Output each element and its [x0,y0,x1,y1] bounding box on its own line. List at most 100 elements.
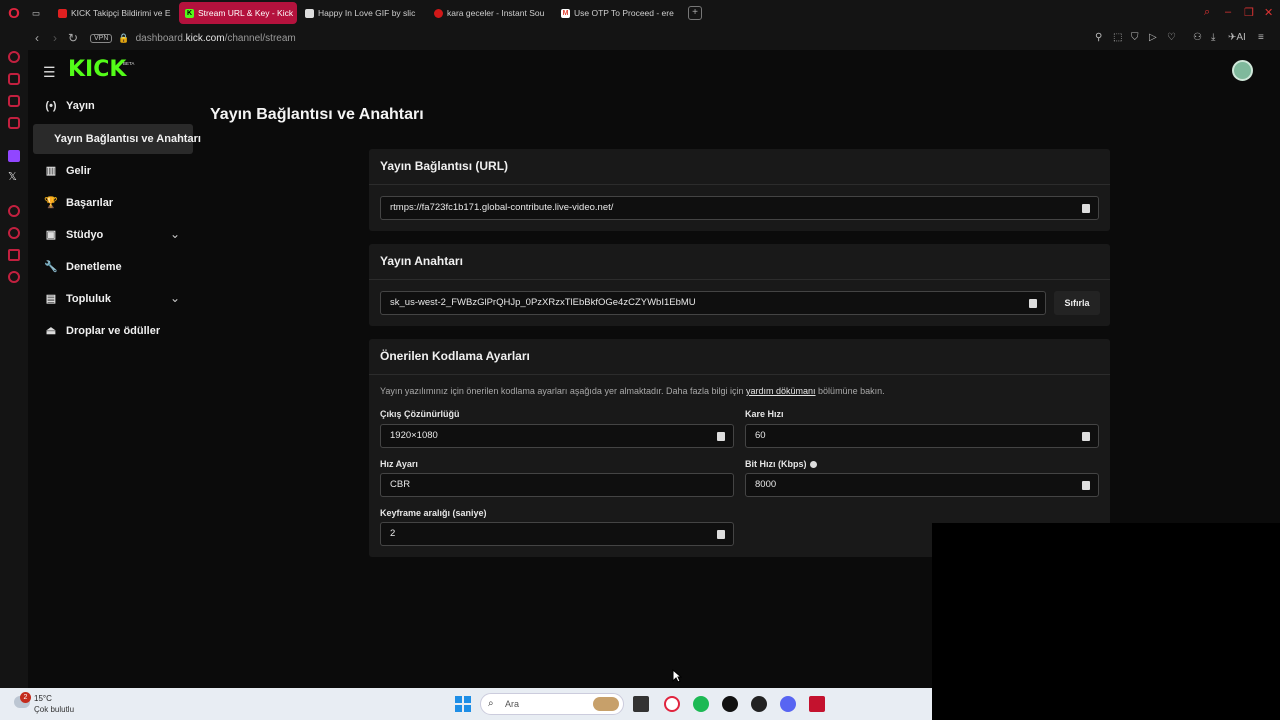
opera-logo-icon[interactable]: O [0,0,28,26]
copy-icon[interactable] [717,530,725,539]
bitrate-field[interactable]: 8000 [745,473,1099,497]
browser-tab-strip: O ▭ KICK Takipçi Bildirimi ve E K Stream… [0,0,1280,26]
tab-otp[interactable]: M Use OTP To Proceed - ere [555,2,680,24]
reset-key-button[interactable]: Sıfırla [1054,291,1100,315]
instagram-icon[interactable] [8,117,20,129]
chevron-down-icon[interactable]: ⌄ [170,227,180,241]
forward-icon[interactable]: › [46,31,64,45]
tab-happy-gif[interactable]: Happy In Love GIF by slic [299,2,426,24]
bookmark-icon[interactable]: ⚲ [1095,32,1102,43]
hint-text: Yayın yazılımınız için önerilen kodlama … [380,386,747,396]
resolution-field[interactable]: 1920×1080 [380,424,734,448]
sidebar-item-basarilar[interactable]: 🏆 Başarılar [44,196,113,210]
messenger-icon[interactable] [8,95,20,107]
lock-icon: 🔒 [118,32,130,43]
search-highlight-icon [593,697,619,711]
stream-key-field[interactable]: sk_us-west-2_FWBzGlPrQHJp_0PzXRzxTlEbBkf… [380,291,1046,315]
opera-sidebar: 𝕏 [0,26,28,688]
task-view-icon[interactable] [633,696,649,712]
sidebar-item-yayin[interactable]: (•) Yayın [44,100,94,112]
restore-icon[interactable]: ❐ [1244,6,1254,19]
settings-gear-icon[interactable] [8,271,20,283]
new-tab-button[interactable]: + [688,6,702,20]
close-icon[interactable]: ✕ [1264,6,1273,19]
tab-title: KICK Takipçi Bildirimi ve E [71,8,171,18]
shopping-icon[interactable] [8,73,20,85]
aria-ai-button[interactable]: ✈AI [1228,32,1246,43]
twitch-icon[interactable] [8,150,20,162]
sidebar-item-label: Stüdyo [66,228,104,241]
snapshot-icon[interactable]: ⬚ [1113,32,1122,43]
info-icon[interactable] [809,461,817,469]
chart-icon: ▥ [45,165,57,177]
url-path: /channel/stream [224,32,296,44]
back-icon[interactable]: ‹ [28,31,46,45]
tab-stream-url-key[interactable]: K Stream URL & Key - Kick [179,2,297,24]
stream-url-field[interactable]: rtmps://fa723fc1b171.global-contribute.l… [380,196,1099,220]
drops-icon: ⏏ [45,325,57,337]
sidebar-item-gelir[interactable]: ▥ Gelir [44,164,92,178]
card-heading: Yayın Bağlantısı (URL) [369,149,1110,185]
copy-icon[interactable] [717,432,725,441]
windows-start-icon[interactable] [455,696,471,712]
page-title: Yayın Bağlantısı ve Anahtarı [210,106,424,123]
keyframe-label: Keyframe aralığı (saniye) [380,508,487,518]
hamburger-menu-icon[interactable]: ☰ [43,64,56,81]
keyframe-field[interactable]: 2 [380,522,734,546]
kick-logo[interactable]: KICK [68,57,126,82]
tab-overview-icon[interactable]: ▭ [28,2,50,24]
heart-icon[interactable]: ♡ [1167,32,1176,43]
user-avatar[interactable] [1232,60,1253,81]
opera-taskbar-icon[interactable] [664,696,680,712]
easy-setup-icon[interactable]: ≡ [1258,32,1264,43]
search-placeholder: Ara [505,699,520,709]
x-twitter-icon[interactable]: 𝕏 [8,170,17,183]
copy-icon[interactable] [1082,432,1090,441]
search-tabs-icon[interactable]: ⌕ [1204,6,1210,19]
framerate-field[interactable]: 60 [745,424,1099,448]
help-doc-link[interactable]: yardım dökümanı [746,386,816,396]
tab-title: Use OTP To Proceed - ere [574,8,674,18]
sidebar-subitem-stream-url-key[interactable]: Yayın Bağlantısı ve Anahtarı [33,124,201,154]
trophy-icon: 🏆 [44,197,58,209]
bitrate-label-text: Bit Hızı (Kbps) [745,459,807,469]
sidebar-item-droplar[interactable]: ⏏ Droplar ve ödüller [44,324,160,338]
overlay-panel [932,523,1280,720]
github-icon[interactable] [751,696,767,712]
tab-kara-geceler[interactable]: kara geceler - Instant Sou [428,2,553,24]
weather-condition[interactable]: Çok bulutlu [34,705,74,714]
extension-icon[interactable] [8,249,20,261]
sidebar-item-denetleme[interactable]: 🔧 Denetleme [44,260,122,274]
field-value: sk_us-west-2_FWBzGlPrQHJp_0PzXRzxTlEbBkf… [390,297,696,308]
shield-icon[interactable]: ⛉ [1131,32,1139,43]
copy-icon[interactable] [1082,204,1090,213]
taskbar-search-input[interactable]: ⌕ Ara [480,693,624,715]
copy-icon[interactable] [1029,299,1037,308]
clock-icon[interactable] [8,227,20,239]
rate-control-field[interactable]: CBR [380,473,734,497]
card-heading: Yayın Anahtarı [369,244,1110,280]
kick-favicon-icon: K [185,8,194,18]
minimize-icon[interactable]: – [1225,6,1231,18]
discord-icon[interactable] [780,696,796,712]
reload-icon[interactable]: ↻ [64,31,82,45]
player-icon[interactable]: ▷ [1149,32,1157,43]
sidebar-item-label: Gelir [66,164,92,177]
url-field[interactable]: dashboard.kick.com/channel/stream [136,33,296,44]
app-icon-dark[interactable] [722,696,738,712]
tab-kick-notification[interactable]: KICK Takipçi Bildirimi ve E [52,2,177,24]
sidebar-item-topluluk[interactable]: ▤ Topluluk [44,292,111,306]
profile-icon[interactable]: ⚇ [1193,32,1202,43]
amd-software-icon[interactable] [809,696,825,712]
history-icon[interactable] [8,205,20,217]
copy-icon[interactable] [1082,481,1090,490]
weather-temp[interactable]: 15°C [34,694,52,703]
hint-text-end: bölümüne bakın. [815,386,885,396]
sidebar-item-studyo[interactable]: ▣ Stüdyo [44,228,104,242]
chevron-down-icon[interactable]: ⌄ [170,291,180,305]
spotify-icon[interactable] [693,696,709,712]
download-icon[interactable]: ⤓ [1211,32,1215,43]
vpn-badge[interactable]: VPN [90,33,113,43]
field-value: CBR [390,479,411,490]
aria-icon[interactable] [8,51,20,63]
